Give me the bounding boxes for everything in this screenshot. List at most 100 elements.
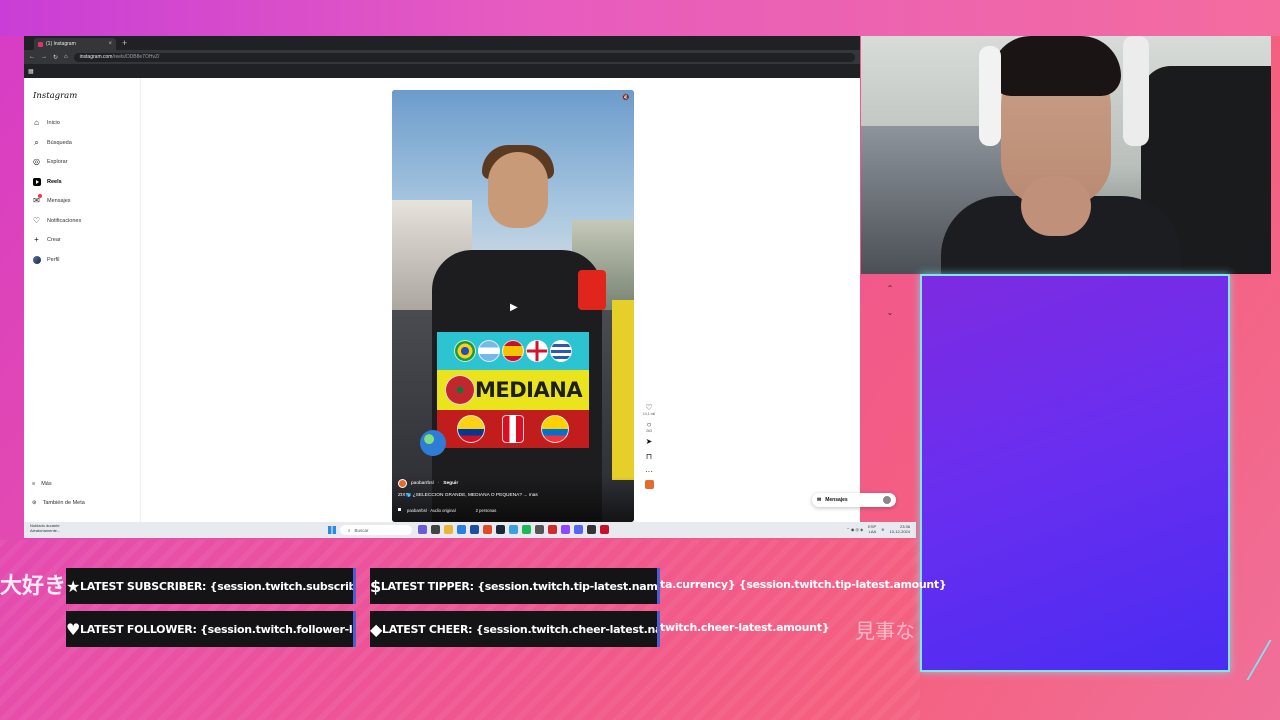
bookmark-icon[interactable]: ⊓ (646, 453, 652, 461)
comment-count: 263 (646, 429, 652, 433)
clock-date: 10-12-2024 (889, 528, 910, 534)
forward-icon[interactable]: → (41, 54, 47, 60)
lang-bottom: LAA (868, 528, 877, 534)
weather-line-2: Aleatoriamente... (30, 527, 61, 533)
overlay-top-band (0, 0, 1280, 36)
windows-taskbar: Nublado durante Aleatoriamente... ⌕ Busc… (24, 522, 916, 538)
app-icon[interactable] (418, 525, 427, 534)
latest-follower-label: ♥ LATEST FOLLOWER: {session.twitch.follo… (66, 611, 356, 647)
reel-author[interactable]: paobarrbsl · Seguir (398, 479, 458, 488)
twitch-icon[interactable] (561, 525, 570, 534)
latest-follower-text: LATEST FOLLOWER: {session.twitch.followe… (80, 622, 356, 636)
app-icon[interactable] (470, 525, 479, 534)
reel-actions: ♡ 14,1 mil ○ 263 ➤ ⊓ ··· (642, 404, 656, 489)
instagram-favicon-icon (38, 41, 43, 47)
sidebar-item-notificaciones[interactable]: ♡ Notificaciones (32, 216, 81, 225)
app-icon[interactable] (431, 525, 440, 534)
sidebar-item-label: Reels (47, 178, 62, 185)
wifi-icon[interactable]: ≋ (881, 527, 884, 532)
reel-caption[interactable]: ZIX🌎 ¿SELECCIÓN GRANDE, MEDIANA O PEQUEÑ… (398, 493, 630, 498)
sidebar-item-mensajes[interactable]: ✉ Mensajes (32, 194, 71, 205)
spotify-icon[interactable] (522, 525, 531, 534)
audio-label[interactable]: paobarrbsl · Audio original (407, 508, 456, 513)
like-count: 14,1 mil (642, 412, 656, 416)
obs-icon[interactable] (587, 525, 596, 534)
flags-row-medium: MEDIANA (437, 370, 589, 410)
search-icon: ⌕ (34, 137, 39, 147)
latest-cheer-text: LATEST CHEER: {session.twitch.cheer-late… (382, 622, 657, 636)
sidebar-item-explorar[interactable]: ◎ Explorar (32, 157, 67, 166)
bookmarks-bar: ▦ (24, 64, 860, 78)
sidebar-item-meta[interactable]: ⊛ También de Meta (32, 500, 85, 506)
address-toolbar: ← → ↻ ⌂ instagram.com/reels/DDB8e7OHvZ/ (24, 50, 860, 64)
url-host: instagram.com (79, 54, 113, 60)
webcam-streamer-hand (1021, 176, 1091, 236)
morocco-flag-icon (445, 375, 475, 405)
sidebar-item-busqueda[interactable]: ⌕ Búsqueda (32, 138, 72, 147)
url-path: /reels/DDB8e7OHvZ/ (112, 54, 160, 60)
tray-icons[interactable]: ⌃ ◉ ◎ ◈ (846, 527, 863, 532)
chrome-icon[interactable] (483, 525, 492, 534)
headset-icon (979, 46, 1001, 146)
ecuador-flag-icon (540, 415, 569, 443)
compass-icon: ◎ (33, 156, 40, 166)
overlay-japanese-text-left: 大好き (0, 574, 67, 599)
author-username[interactable]: paobarrbsl (411, 481, 434, 486)
reel-mediana-text: MEDIANA (475, 378, 583, 402)
tagged-people[interactable]: 2 personas (476, 508, 497, 513)
previous-reel-button[interactable]: ⌃ (882, 280, 898, 296)
audio-thumbnail[interactable] (644, 480, 654, 489)
app-icon[interactable] (548, 525, 557, 534)
comment-icon[interactable]: ○ (647, 421, 652, 429)
weather-widget[interactable]: Nublado durante Aleatoriamente... (30, 523, 61, 534)
steam-icon[interactable] (496, 525, 505, 534)
messenger-icon: ✉ (32, 194, 42, 205)
discord-icon[interactable] (574, 525, 583, 534)
spain-flag-icon (502, 340, 524, 362)
url-bar[interactable]: instagram.com/reels/DDB8e7OHvZ/ (73, 52, 855, 62)
app-icon[interactable] (457, 525, 466, 534)
sidebar-item-reels[interactable]: Reels (32, 177, 62, 186)
overlay-japanese-text-right: 見事な (855, 619, 915, 643)
instagram-logo[interactable]: Instagram (33, 91, 77, 101)
taskbar-search[interactable]: ⌕ Buscar (340, 525, 412, 535)
mute-icon[interactable]: 🔇 (622, 94, 629, 101)
app-icon[interactable] (535, 525, 544, 534)
reload-icon[interactable]: ↻ (53, 54, 58, 61)
brazil-flag-icon (454, 340, 476, 362)
home-nav-icon[interactable]: ⌂ (64, 54, 68, 60)
clock[interactable]: 23:36 10-12-2024 (889, 524, 910, 535)
more-options-icon[interactable]: ··· (645, 468, 653, 476)
app-icon[interactable] (509, 525, 518, 534)
next-reel-button[interactable]: ⌄ (882, 304, 898, 320)
sidebar-item-mas[interactable]: ≡ Más (32, 481, 52, 487)
sidebar-item-label: Mensajes (47, 197, 71, 204)
folder-icon[interactable] (444, 525, 453, 534)
browser-tab-instagram[interactable]: (1) Instagram × (34, 38, 116, 50)
messages-floating-button[interactable]: ✉ Mensajes (812, 493, 896, 507)
messenger-icon: ✉ (817, 497, 822, 503)
reel-video[interactable]: ▶ 🔇 MEDIANA paobarrbsl · Seguir ZIX🌎 ¿SE… (392, 90, 634, 522)
share-icon[interactable]: ➤ (646, 438, 653, 446)
follow-button[interactable]: Seguir (443, 481, 458, 486)
back-icon[interactable]: ← (29, 54, 35, 60)
apps-icon[interactable]: ▦ (28, 68, 34, 75)
star-icon: ★ (66, 576, 81, 596)
author-avatar[interactable] (398, 479, 407, 488)
sidebar-item-perfil[interactable]: Perfil (32, 255, 60, 264)
close-tab-icon[interactable]: × (108, 41, 112, 47)
home-icon: ⌂ (34, 117, 39, 127)
messages-label: Mensajes (825, 497, 848, 503)
windows-start-icon[interactable] (328, 526, 336, 534)
app-icon[interactable] (600, 525, 609, 534)
language-indicator[interactable]: ESP LAA (868, 524, 877, 535)
latest-tipper-text: LATEST TIPPER: {session.twitch.tip-lates… (380, 579, 660, 593)
uruguay-flag-icon (550, 340, 572, 362)
latest-cheer-text-overflow: twitch.cheer-latest.amount} (660, 621, 830, 634)
like-icon[interactable]: ♡ (645, 404, 652, 412)
sidebar-item-inicio[interactable]: ⌂ Inicio (32, 118, 60, 127)
play-icon[interactable]: ▶ (510, 302, 518, 313)
sidebar-item-crear[interactable]: + Crear (32, 235, 61, 244)
new-tab-button[interactable]: + (122, 38, 127, 48)
flags-row-small (437, 410, 589, 448)
